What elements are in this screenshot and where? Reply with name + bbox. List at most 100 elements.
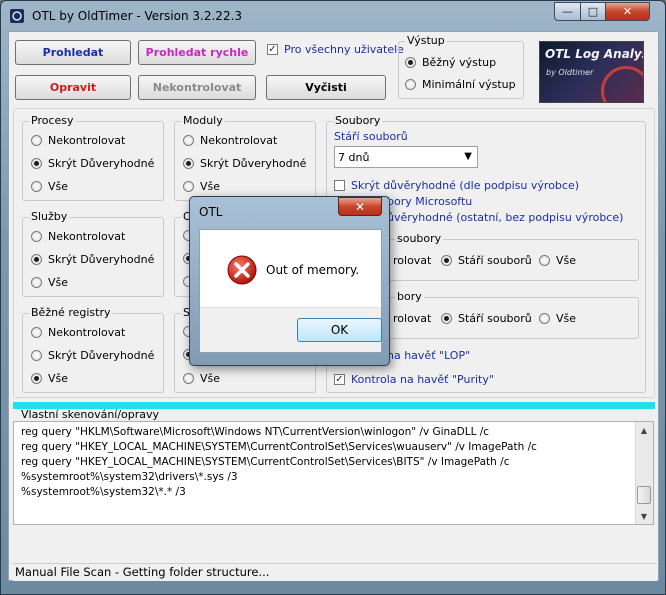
- checkbox-label: Kontrola na havěť "Purity": [351, 373, 494, 386]
- all-users-checkbox[interactable]: ✓ Pro všechny uživatele: [267, 43, 404, 56]
- radio-label: Vše: [48, 180, 69, 193]
- vertical-scrollbar[interactable]: ▲ ▼: [635, 422, 653, 524]
- radio-dot[interactable]: [441, 313, 452, 324]
- sp-vse-radio[interactable]: Vše: [183, 372, 220, 385]
- dialog-title: OTL: [199, 205, 223, 219]
- radio-dot[interactable]: [31, 181, 42, 192]
- checkbox-label: na havěť "LOP": [387, 349, 471, 362]
- dialog-footer: OK: [200, 307, 382, 352]
- radio-dot[interactable]: [31, 373, 42, 384]
- dialog-message: Out of memory.: [266, 263, 360, 277]
- script-line: reg query "HKEY_LOCAL_MACHINE\SYSTEM\Cur…: [21, 456, 510, 468]
- radio-label: Vše: [556, 312, 577, 325]
- radio-dot[interactable]: [31, 350, 42, 361]
- checkbox-box[interactable]: ✓: [334, 374, 345, 385]
- script-line: %systemroot%\system32\*.* /3: [21, 486, 186, 498]
- dialog-close-button[interactable]: ✕: [338, 197, 382, 216]
- sluzby-nekontrolovat-radio[interactable]: Nekontrolovat: [31, 230, 125, 243]
- procesy-vse-radio[interactable]: Vše: [31, 180, 68, 193]
- sub2-stari-radio[interactable]: Stáří souborů: [441, 312, 532, 325]
- radio-label: Nekontrolovat: [200, 134, 278, 147]
- registry-vse-radio[interactable]: Vše: [31, 372, 68, 385]
- logo-subtitle: by Oldtimer: [546, 68, 594, 77]
- chevron-down-icon[interactable]: ▼: [464, 151, 472, 162]
- radio-dot[interactable]: [183, 373, 194, 384]
- radio-dot[interactable]: [539, 255, 550, 266]
- radio-label: Skrýt Důveryhodné: [48, 253, 155, 266]
- title-bar[interactable]: OTL by OldTimer - Version 3.2.22.3 — □ ✕: [1, 1, 665, 31]
- close-button[interactable]: ✕: [605, 2, 650, 21]
- subgroup-title: bory: [395, 290, 424, 303]
- script-line: reg query "HKEY_LOCAL_MACHINE\SYSTEM\Cur…: [21, 441, 537, 453]
- checkbox-box[interactable]: ✓: [267, 44, 278, 55]
- radio-label: Běžný výstup: [422, 56, 497, 69]
- sub1-nekontrolovat-radio[interactable]: rolovat: [393, 254, 431, 267]
- sub1-vse-radio[interactable]: Vše: [539, 254, 576, 267]
- purity-checkbox[interactable]: ✓ Kontrola na havěť "Purity": [334, 373, 494, 386]
- custom-scan-textarea[interactable]: reg query "HKLM\Software\Microsoft\Windo…: [13, 421, 654, 525]
- app-icon: [10, 9, 24, 23]
- script-line: reg query "HKLM\Software\Microsoft\Windo…: [21, 426, 490, 438]
- ok-button[interactable]: OK: [297, 318, 382, 342]
- status-bar: Manual File Scan - Getting folder struct…: [13, 563, 657, 581]
- registry-skryt-radio[interactable]: Skrýt Důveryhodné: [31, 349, 154, 362]
- vycisti-button[interactable]: Vyčisti: [266, 75, 386, 100]
- error-dialog: OTL ✕ Out of memory. OK: [189, 196, 390, 366]
- radio-dot[interactable]: [31, 327, 42, 338]
- logo-circle: [601, 66, 643, 102]
- scroll-thumb[interactable]: [637, 486, 651, 504]
- sub2-nekontrolovat-radio[interactable]: rolovat: [393, 312, 431, 325]
- logo-title: OTL Log Analysis: [545, 47, 643, 61]
- scroll-up-icon[interactable]: ▲: [636, 422, 652, 438]
- radio-dot[interactable]: [405, 57, 416, 68]
- prohledat-rychle-button[interactable]: Prohledat rychle: [138, 40, 256, 65]
- procesy-nekontrolovat-radio[interactable]: Nekontrolovat: [31, 134, 125, 147]
- stari-souboru-combo[interactable]: 7 dnů ▼: [334, 146, 478, 168]
- soubory-title: Soubory: [333, 114, 383, 127]
- scroll-down-icon[interactable]: ▼: [636, 508, 652, 524]
- radio-dot[interactable]: [441, 255, 452, 266]
- radio-dot[interactable]: [31, 254, 42, 265]
- registry-nekontrolovat-radio[interactable]: Nekontrolovat: [31, 326, 125, 339]
- opravit-button[interactable]: Opravit: [15, 75, 131, 100]
- nekontrolovat-button[interactable]: Nekontrolovat: [138, 75, 256, 100]
- checkbox-label: Skrýt důvěryhodné (dle podpisu výrobce): [351, 179, 580, 192]
- checkbox-label: bory Microsoftu: [387, 195, 473, 208]
- stari-souboru-label: Stáří souborů: [334, 130, 408, 143]
- procesy-skryt-radio[interactable]: Skrýt Důveryhodné: [31, 157, 154, 170]
- radio-label: Nekontrolovat: [48, 134, 126, 147]
- custom-scan-title: Vlastní skenování/opravy: [21, 408, 160, 421]
- moduly-nekontrolovat-radio[interactable]: Nekontrolovat: [183, 134, 277, 147]
- sub2-vse-radio[interactable]: Vše: [539, 312, 576, 325]
- minimize-button[interactable]: —: [554, 2, 581, 21]
- radio-dot[interactable]: [539, 313, 550, 324]
- radio-dot[interactable]: [405, 79, 416, 90]
- radio-label: Nekontrolovat: [48, 326, 126, 339]
- moduly-skryt-radio[interactable]: Skrýt Důveryhodné: [183, 157, 306, 170]
- radio-dot[interactable]: [31, 135, 42, 146]
- checkbox-box[interactable]: [334, 180, 345, 191]
- radio-label: Vše: [48, 276, 69, 289]
- vystup-bezny-radio[interactable]: Běžný výstup: [405, 56, 496, 69]
- moduly-vse-radio[interactable]: Vše: [183, 180, 220, 193]
- radio-dot[interactable]: [183, 181, 194, 192]
- radio-dot[interactable]: [183, 158, 194, 169]
- radio-dot[interactable]: [31, 231, 42, 242]
- sluzby-vse-radio[interactable]: Vše: [31, 276, 68, 289]
- vystup-minimalni-radio[interactable]: Minimální výstup: [405, 78, 516, 91]
- moduly-group: Moduly Nekontrolovat Skrýt Důveryhodné V…: [174, 114, 316, 201]
- maximize-button[interactable]: □: [580, 2, 606, 21]
- sub1-stari-radio[interactable]: Stáří souborů: [441, 254, 532, 267]
- radio-dot[interactable]: [183, 135, 194, 146]
- sluzby-skryt-radio[interactable]: Skrýt Důveryhodné: [31, 253, 154, 266]
- prohledat-button[interactable]: Prohledat: [15, 40, 131, 65]
- hide-trusted-signed-checkbox[interactable]: Skrýt důvěryhodné (dle podpisu výrobce): [334, 179, 579, 192]
- radio-dot[interactable]: [31, 277, 42, 288]
- procesy-group: Procesy Nekontrolovat Skrýt Důveryhodné …: [22, 114, 164, 201]
- radio-label: Vše: [200, 180, 221, 193]
- registry-title: Běžné registry: [29, 306, 113, 319]
- radio-label: Stáří souborů: [458, 254, 532, 267]
- radio-label: Skrýt Důveryhodné: [48, 349, 155, 362]
- radio-dot[interactable]: [31, 158, 42, 169]
- dialog-body: Out of memory. OK: [199, 229, 382, 353]
